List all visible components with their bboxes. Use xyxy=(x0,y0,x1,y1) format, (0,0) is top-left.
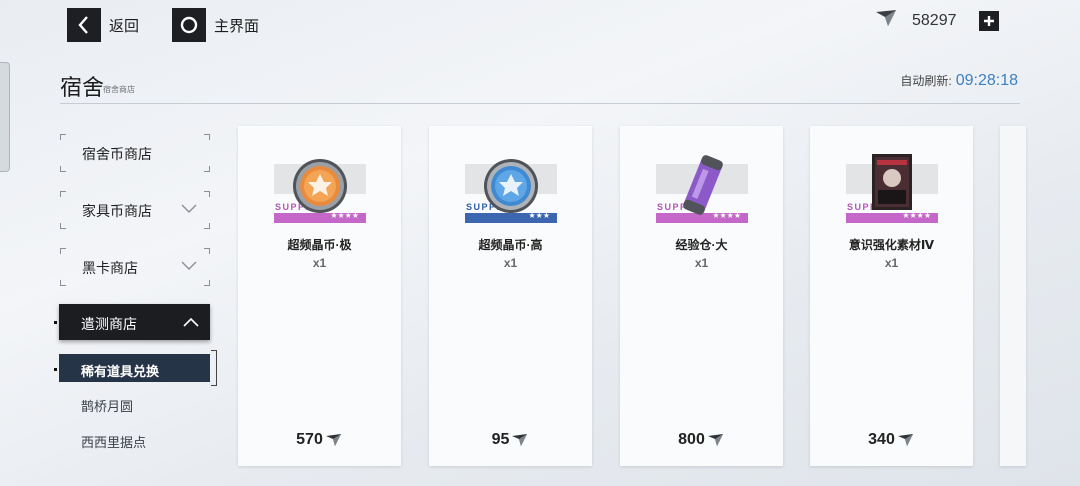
sub-active-bracket xyxy=(211,350,217,386)
chevron-down-icon xyxy=(181,261,197,270)
back-icon xyxy=(67,8,101,42)
item-price: 800 xyxy=(620,431,783,449)
item-name: 超频晶币·高 xyxy=(478,238,543,252)
item-name: 意识强化素材Ⅳ xyxy=(848,238,935,252)
item-quantity: x1 xyxy=(503,256,518,270)
item-quantity: x1 xyxy=(884,256,899,270)
item-price: 340 xyxy=(810,431,973,449)
price-value: 340 xyxy=(868,431,895,448)
shop-item-card[interactable]: SUPPLY ★★★★ 意识强化素材Ⅳ x1 340 xyxy=(810,126,973,466)
price-value: 800 xyxy=(678,431,705,448)
refresh-label: 自动刷新: xyxy=(900,74,952,88)
home-button[interactable]: 主界面 xyxy=(172,8,259,42)
chevron-down-icon xyxy=(181,204,197,213)
currency-display: 58297 xyxy=(874,8,999,33)
item-name: 超频晶币·极 xyxy=(287,238,352,252)
crystal-currency-icon xyxy=(512,434,528,446)
back-label: 返回 xyxy=(109,17,140,35)
currency-amount: 58297 xyxy=(912,11,957,29)
category-label: 家具币商店 xyxy=(82,203,152,219)
overclock-coin-blue-icon xyxy=(484,159,538,213)
item-quantity: x1 xyxy=(312,256,327,270)
shop-item-card[interactable]: SUPPLY ★★★ 超频晶币·高 x1 95 xyxy=(429,126,592,466)
plus-icon xyxy=(983,15,994,26)
crystal-currency-icon xyxy=(707,434,723,446)
price-value: 570 xyxy=(296,431,323,448)
page-subtitle: 宿舍商店 xyxy=(103,85,135,94)
left-edge-tab[interactable] xyxy=(0,62,10,172)
back-button[interactable]: 返回 xyxy=(67,8,139,42)
item-name: 经验仓·大 xyxy=(675,238,728,252)
refresh-time: 09:28:18 xyxy=(955,72,1018,89)
page-title: 宿舍 xyxy=(60,75,105,100)
overclock-coin-orange-icon xyxy=(293,159,347,213)
price-value: 95 xyxy=(491,431,510,448)
exp-capsule-icon xyxy=(683,155,723,215)
header-divider xyxy=(60,103,1020,104)
auto-refresh: 自动刷新: 09:28:18 xyxy=(900,72,1018,90)
category-label: 黑卡商店 xyxy=(82,260,138,276)
subitem-label: 稀有道具兑换 xyxy=(81,364,160,379)
category-black-card-shop[interactable]: 黑卡商店 xyxy=(60,248,210,286)
consciousness-material-icon xyxy=(872,154,912,210)
shop-item-card[interactable]: SUPPLY ★★★★ 经验仓·大 x1 800 xyxy=(620,126,783,466)
item-quantity: x1 xyxy=(694,256,709,270)
crystal-currency-icon xyxy=(874,8,900,33)
subitem-rare-exchange[interactable]: 稀有道具兑换 xyxy=(59,354,210,382)
category-survey-shop[interactable]: 遣测商店 xyxy=(59,304,210,340)
shop-item-card-partial[interactable] xyxy=(1000,126,1026,466)
shop-item-card[interactable]: SUPPLY ★★★★ 超频晶币·极 x1 570 xyxy=(238,126,401,466)
category-label: 遣测商店 xyxy=(81,316,137,332)
add-currency-button[interactable] xyxy=(978,10,999,31)
rarity-stars: ★★★★ xyxy=(902,211,931,220)
category-furniture-coin-shop[interactable]: 家具币商店 xyxy=(60,191,210,229)
sub-active-marker xyxy=(54,368,57,371)
crystal-currency-icon xyxy=(897,434,913,446)
crystal-currency-icon xyxy=(325,434,341,446)
item-price: 95 xyxy=(429,431,592,449)
subitem-sicily-base[interactable]: 西西里据点 xyxy=(81,432,146,451)
subitem-magpie-moon[interactable]: 鹊桥月圆 xyxy=(81,396,133,415)
category-dorm-coin-shop[interactable]: 宿舍币商店 xyxy=(60,134,210,172)
home-icon xyxy=(172,8,206,42)
category-label: 宿舍币商店 xyxy=(82,146,152,162)
chevron-up-icon xyxy=(183,317,199,327)
home-label: 主界面 xyxy=(214,17,260,35)
item-price: 570 xyxy=(238,431,401,449)
active-marker xyxy=(54,321,57,324)
